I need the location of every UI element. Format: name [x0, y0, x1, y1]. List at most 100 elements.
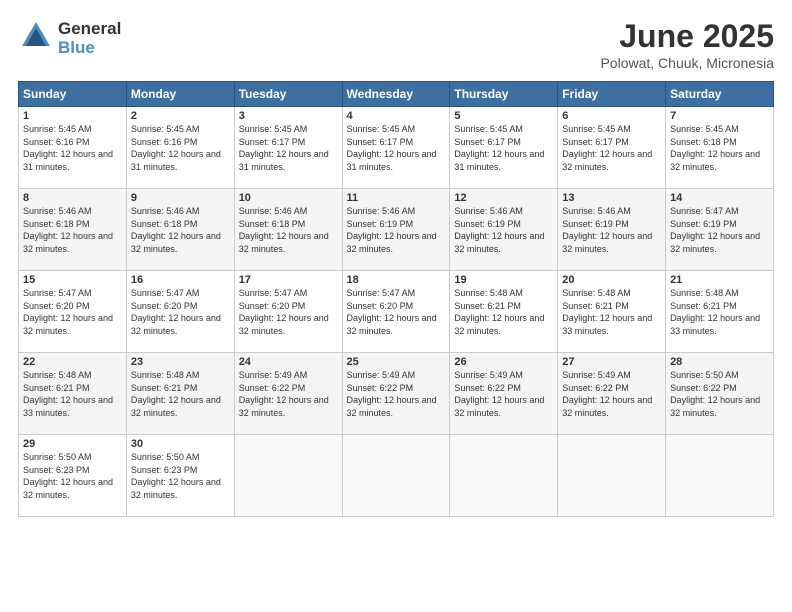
- calendar-day-cell: 29 Sunrise: 5:50 AMSunset: 6:23 PMDayligh…: [19, 435, 127, 517]
- header: General Blue June 2025 Polowat, Chuuk, M…: [18, 18, 774, 71]
- day-info: Sunrise: 5:48 AMSunset: 6:21 PMDaylight:…: [670, 288, 760, 336]
- day-info: Sunrise: 5:46 AMSunset: 6:19 PMDaylight:…: [347, 206, 437, 254]
- month-title: June 2025: [600, 18, 774, 55]
- logo: General Blue: [18, 18, 121, 59]
- day-info: Sunrise: 5:45 AMSunset: 6:17 PMDaylight:…: [347, 124, 437, 172]
- day-info: Sunrise: 5:45 AMSunset: 6:18 PMDaylight:…: [670, 124, 760, 172]
- calendar-table: SundayMondayTuesdayWednesdayThursdayFrid…: [18, 81, 774, 517]
- calendar-day-cell: 10Sunrise: 5:46 AMSunset: 6:18 PMDayligh…: [234, 189, 342, 271]
- day-number: 15: [23, 274, 122, 286]
- day-number: 16: [131, 274, 230, 286]
- calendar-day-cell: 19Sunrise: 5:48 AMSunset: 6:21 PMDayligh…: [450, 271, 558, 353]
- day-number: 23: [131, 356, 230, 368]
- logo-icon: [18, 18, 54, 59]
- calendar-day-cell: 20Sunrise: 5:48 AMSunset: 6:21 PMDayligh…: [558, 271, 666, 353]
- day-info: Sunrise: 5:50 AMSunset: 6:23 PMDaylight:…: [23, 452, 113, 500]
- day-number: 21: [670, 274, 769, 286]
- day-number: 5: [454, 110, 553, 122]
- day-number: 17: [239, 274, 338, 286]
- day-info: Sunrise: 5:45 AMSunset: 6:16 PMDaylight:…: [23, 124, 113, 172]
- day-number: 25: [347, 356, 446, 368]
- day-number: 8: [23, 192, 122, 204]
- calendar-day-cell: 23 Sunrise: 5:48 AMSunset: 6:21 PMDayligh…: [126, 353, 234, 435]
- calendar-day-cell: 15 Sunrise: 5:47 AMSunset: 6:20 PMDayligh…: [19, 271, 127, 353]
- weekday-header: Monday: [126, 82, 234, 107]
- day-info: Sunrise: 5:45 AMSunset: 6:17 PMDaylight:…: [454, 124, 544, 172]
- calendar-week-row: 15 Sunrise: 5:47 AMSunset: 6:20 PMDayligh…: [19, 271, 774, 353]
- weekday-header: Saturday: [666, 82, 774, 107]
- calendar-day-cell: 11 Sunrise: 5:46 AMSunset: 6:19 PMDayligh…: [342, 189, 450, 271]
- calendar-day-cell: [234, 435, 342, 517]
- calendar-day-cell: 3 Sunrise: 5:45 AMSunset: 6:17 PMDaylight…: [234, 107, 342, 189]
- calendar-day-cell: 16 Sunrise: 5:47 AMSunset: 6:20 PMDayligh…: [126, 271, 234, 353]
- calendar-day-cell: 22Sunrise: 5:48 AMSunset: 6:21 PMDayligh…: [19, 353, 127, 435]
- day-info: Sunrise: 5:47 AMSunset: 6:19 PMDaylight:…: [670, 206, 760, 254]
- calendar-day-cell: 26 Sunrise: 5:49 AMSunset: 6:22 PMDayligh…: [450, 353, 558, 435]
- day-info: Sunrise: 5:47 AMSunset: 6:20 PMDaylight:…: [131, 288, 221, 336]
- calendar-day-cell: 1 Sunrise: 5:45 AMSunset: 6:16 PMDaylight…: [19, 107, 127, 189]
- day-info: Sunrise: 5:45 AMSunset: 6:17 PMDaylight:…: [239, 124, 329, 172]
- calendar-day-cell: 7 Sunrise: 5:45 AMSunset: 6:18 PMDaylight…: [666, 107, 774, 189]
- calendar-day-cell: 17 Sunrise: 5:47 AMSunset: 6:20 PMDayligh…: [234, 271, 342, 353]
- day-number: 14: [670, 192, 769, 204]
- calendar-day-cell: 14 Sunrise: 5:47 AMSunset: 6:19 PMDayligh…: [666, 189, 774, 271]
- day-number: 18: [347, 274, 446, 286]
- logo-text: General Blue: [58, 20, 121, 57]
- calendar-day-cell: 12Sunrise: 5:46 AMSunset: 6:19 PMDayligh…: [450, 189, 558, 271]
- weekday-header: Thursday: [450, 82, 558, 107]
- calendar-header-row: SundayMondayTuesdayWednesdayThursdayFrid…: [19, 82, 774, 107]
- page: General Blue June 2025 Polowat, Chuuk, M…: [0, 0, 792, 612]
- calendar-day-cell: 18Sunrise: 5:47 AMSunset: 6:20 PMDayligh…: [342, 271, 450, 353]
- day-info: Sunrise: 5:45 AMSunset: 6:16 PMDaylight:…: [131, 124, 221, 172]
- day-number: 1: [23, 110, 122, 122]
- calendar-week-row: 1 Sunrise: 5:45 AMSunset: 6:16 PMDaylight…: [19, 107, 774, 189]
- calendar-day-cell: [666, 435, 774, 517]
- calendar-day-cell: 24Sunrise: 5:49 AMSunset: 6:22 PMDayligh…: [234, 353, 342, 435]
- day-info: Sunrise: 5:46 AMSunset: 6:18 PMDaylight:…: [131, 206, 221, 254]
- day-info: Sunrise: 5:48 AMSunset: 6:21 PMDaylight:…: [562, 288, 652, 336]
- day-number: 4: [347, 110, 446, 122]
- day-number: 13: [562, 192, 661, 204]
- day-info: Sunrise: 5:49 AMSunset: 6:22 PMDaylight:…: [239, 370, 329, 418]
- day-number: 29: [23, 438, 122, 450]
- title-area: June 2025 Polowat, Chuuk, Micronesia: [600, 18, 774, 71]
- day-info: Sunrise: 5:50 AMSunset: 6:23 PMDaylight:…: [131, 452, 221, 500]
- day-number: 10: [239, 192, 338, 204]
- day-number: 28: [670, 356, 769, 368]
- calendar-day-cell: 6 Sunrise: 5:45 AMSunset: 6:17 PMDaylight…: [558, 107, 666, 189]
- calendar-day-cell: 21 Sunrise: 5:48 AMSunset: 6:21 PMDayligh…: [666, 271, 774, 353]
- calendar-day-cell: 5 Sunrise: 5:45 AMSunset: 6:17 PMDaylight…: [450, 107, 558, 189]
- day-info: Sunrise: 5:46 AMSunset: 6:18 PMDaylight:…: [23, 206, 113, 254]
- day-info: Sunrise: 5:48 AMSunset: 6:21 PMDaylight:…: [23, 370, 113, 418]
- calendar-day-cell: 4 Sunrise: 5:45 AMSunset: 6:17 PMDaylight…: [342, 107, 450, 189]
- calendar-day-cell: 28 Sunrise: 5:50 AMSunset: 6:22 PMDayligh…: [666, 353, 774, 435]
- calendar-week-row: 22Sunrise: 5:48 AMSunset: 6:21 PMDayligh…: [19, 353, 774, 435]
- day-number: 3: [239, 110, 338, 122]
- day-number: 12: [454, 192, 553, 204]
- weekday-header: Friday: [558, 82, 666, 107]
- day-number: 19: [454, 274, 553, 286]
- weekday-header: Sunday: [19, 82, 127, 107]
- day-info: Sunrise: 5:49 AMSunset: 6:22 PMDaylight:…: [454, 370, 544, 418]
- weekday-header: Tuesday: [234, 82, 342, 107]
- day-info: Sunrise: 5:48 AMSunset: 6:21 PMDaylight:…: [131, 370, 221, 418]
- calendar-day-cell: 9 Sunrise: 5:46 AMSunset: 6:18 PMDaylight…: [126, 189, 234, 271]
- day-info: Sunrise: 5:45 AMSunset: 6:17 PMDaylight:…: [562, 124, 652, 172]
- day-number: 11: [347, 192, 446, 204]
- day-number: 6: [562, 110, 661, 122]
- calendar-day-cell: 8 Sunrise: 5:46 AMSunset: 6:18 PMDaylight…: [19, 189, 127, 271]
- day-number: 7: [670, 110, 769, 122]
- day-number: 26: [454, 356, 553, 368]
- day-info: Sunrise: 5:47 AMSunset: 6:20 PMDaylight:…: [239, 288, 329, 336]
- day-info: Sunrise: 5:50 AMSunset: 6:22 PMDaylight:…: [670, 370, 760, 418]
- logo-general-text: General: [58, 20, 121, 39]
- calendar-day-cell: 27Sunrise: 5:49 AMSunset: 6:22 PMDayligh…: [558, 353, 666, 435]
- calendar-day-cell: [450, 435, 558, 517]
- day-info: Sunrise: 5:49 AMSunset: 6:22 PMDaylight:…: [347, 370, 437, 418]
- logo-blue-text: Blue: [58, 39, 121, 58]
- weekday-header: Wednesday: [342, 82, 450, 107]
- calendar-day-cell: [342, 435, 450, 517]
- day-number: 9: [131, 192, 230, 204]
- day-info: Sunrise: 5:46 AMSunset: 6:19 PMDaylight:…: [562, 206, 652, 254]
- day-info: Sunrise: 5:47 AMSunset: 6:20 PMDaylight:…: [23, 288, 113, 336]
